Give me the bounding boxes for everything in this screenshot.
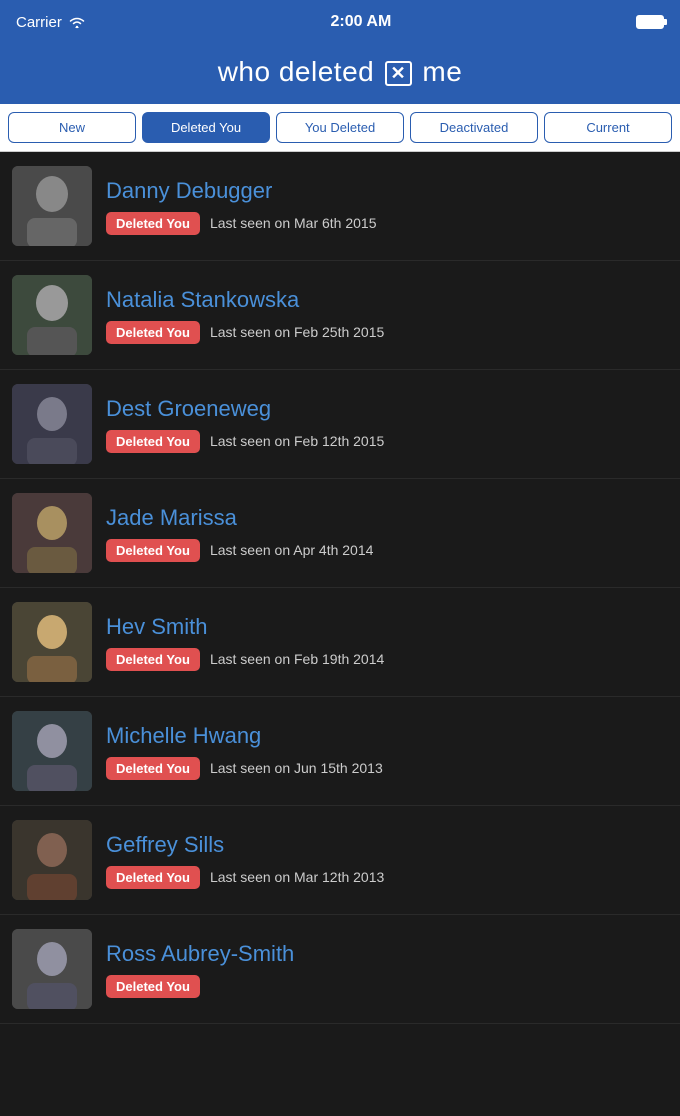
list-item[interactable]: Ross Aubrey-Smith Deleted You <box>0 915 680 1024</box>
contact-name: Ross Aubrey-Smith <box>106 941 668 967</box>
contact-info: Hev Smith Deleted You Last seen on Feb 1… <box>106 614 668 671</box>
app-title: who deleted ✕ me <box>0 56 680 88</box>
deleted-badge: Deleted You <box>106 866 200 889</box>
last-seen: Last seen on Feb 25th 2015 <box>210 324 384 340</box>
tab-deleted-you[interactable]: Deleted You <box>142 112 270 143</box>
status-time: 2:00 AM <box>331 13 392 31</box>
wifi-icon <box>68 15 86 29</box>
title-part2: me <box>422 56 462 87</box>
avatar <box>12 602 92 682</box>
last-seen: Last seen on Feb 12th 2015 <box>210 433 384 449</box>
tab-current[interactable]: Current <box>544 112 672 143</box>
avatar <box>12 820 92 900</box>
contact-name: Geffrey Sills <box>106 832 668 858</box>
contact-meta: Deleted You Last seen on Feb 19th 2014 <box>106 648 668 671</box>
tab-you-deleted[interactable]: You Deleted <box>276 112 404 143</box>
contact-meta: Deleted You Last seen on Mar 6th 2015 <box>106 212 668 235</box>
deleted-badge: Deleted You <box>106 975 200 998</box>
list-item[interactable]: Geffrey Sills Deleted You Last seen on M… <box>0 806 680 915</box>
list-item[interactable]: Hev Smith Deleted You Last seen on Feb 1… <box>0 588 680 697</box>
tab-deactivated[interactable]: Deactivated <box>410 112 538 143</box>
contact-info: Jade Marissa Deleted You Last seen on Ap… <box>106 505 668 562</box>
contact-info: Michelle Hwang Deleted You Last seen on … <box>106 723 668 780</box>
list-item[interactable]: Jade Marissa Deleted You Last seen on Ap… <box>0 479 680 588</box>
contact-list: Danny Debugger Deleted You Last seen on … <box>0 152 680 1024</box>
app-header: who deleted ✕ me <box>0 44 680 104</box>
last-seen: Last seen on Apr 4th 2014 <box>210 542 373 558</box>
contact-name: Hev Smith <box>106 614 668 640</box>
contact-info: Ross Aubrey-Smith Deleted You <box>106 941 668 998</box>
contact-name: Natalia Stankowska <box>106 287 668 313</box>
contact-info: Dest Groeneweg Deleted You Last seen on … <box>106 396 668 453</box>
contact-info: Danny Debugger Deleted You Last seen on … <box>106 178 668 235</box>
status-bar: Carrier 2:00 AM <box>0 0 680 44</box>
deleted-badge: Deleted You <box>106 648 200 671</box>
contact-meta: Deleted You <box>106 975 668 998</box>
avatar <box>12 384 92 464</box>
title-part1: who deleted <box>218 56 375 87</box>
contact-name: Michelle Hwang <box>106 723 668 749</box>
contact-meta: Deleted You Last seen on Feb 12th 2015 <box>106 430 668 453</box>
tab-bar: New Deleted You You Deleted Deactivated … <box>0 104 680 152</box>
deleted-badge: Deleted You <box>106 212 200 235</box>
deleted-badge: Deleted You <box>106 430 200 453</box>
avatar <box>12 275 92 355</box>
contact-info: Geffrey Sills Deleted You Last seen on M… <box>106 832 668 889</box>
list-item[interactable]: Dest Groeneweg Deleted You Last seen on … <box>0 370 680 479</box>
contact-name: Jade Marissa <box>106 505 668 531</box>
contact-info: Natalia Stankowska Deleted You Last seen… <box>106 287 668 344</box>
battery-icon <box>636 15 664 29</box>
contact-name: Dest Groeneweg <box>106 396 668 422</box>
carrier-info: Carrier <box>16 14 86 31</box>
deleted-badge: Deleted You <box>106 757 200 780</box>
avatar <box>12 711 92 791</box>
carrier-label: Carrier <box>16 14 62 31</box>
contact-meta: Deleted You Last seen on Feb 25th 2015 <box>106 321 668 344</box>
list-item[interactable]: Natalia Stankowska Deleted You Last seen… <box>0 261 680 370</box>
tab-new[interactable]: New <box>8 112 136 143</box>
avatar <box>12 929 92 1009</box>
title-x-badge: ✕ <box>385 61 413 86</box>
last-seen: Last seen on Mar 12th 2013 <box>210 869 384 885</box>
last-seen: Last seen on Mar 6th 2015 <box>210 215 377 231</box>
last-seen: Last seen on Jun 15th 2013 <box>210 760 383 776</box>
list-item[interactable]: Danny Debugger Deleted You Last seen on … <box>0 152 680 261</box>
list-item[interactable]: Michelle Hwang Deleted You Last seen on … <box>0 697 680 806</box>
last-seen: Last seen on Feb 19th 2014 <box>210 651 384 667</box>
avatar <box>12 166 92 246</box>
contact-meta: Deleted You Last seen on Jun 15th 2013 <box>106 757 668 780</box>
contact-name: Danny Debugger <box>106 178 668 204</box>
deleted-badge: Deleted You <box>106 539 200 562</box>
avatar <box>12 493 92 573</box>
contact-meta: Deleted You Last seen on Mar 12th 2013 <box>106 866 668 889</box>
contact-meta: Deleted You Last seen on Apr 4th 2014 <box>106 539 668 562</box>
deleted-badge: Deleted You <box>106 321 200 344</box>
battery-container <box>636 15 664 29</box>
